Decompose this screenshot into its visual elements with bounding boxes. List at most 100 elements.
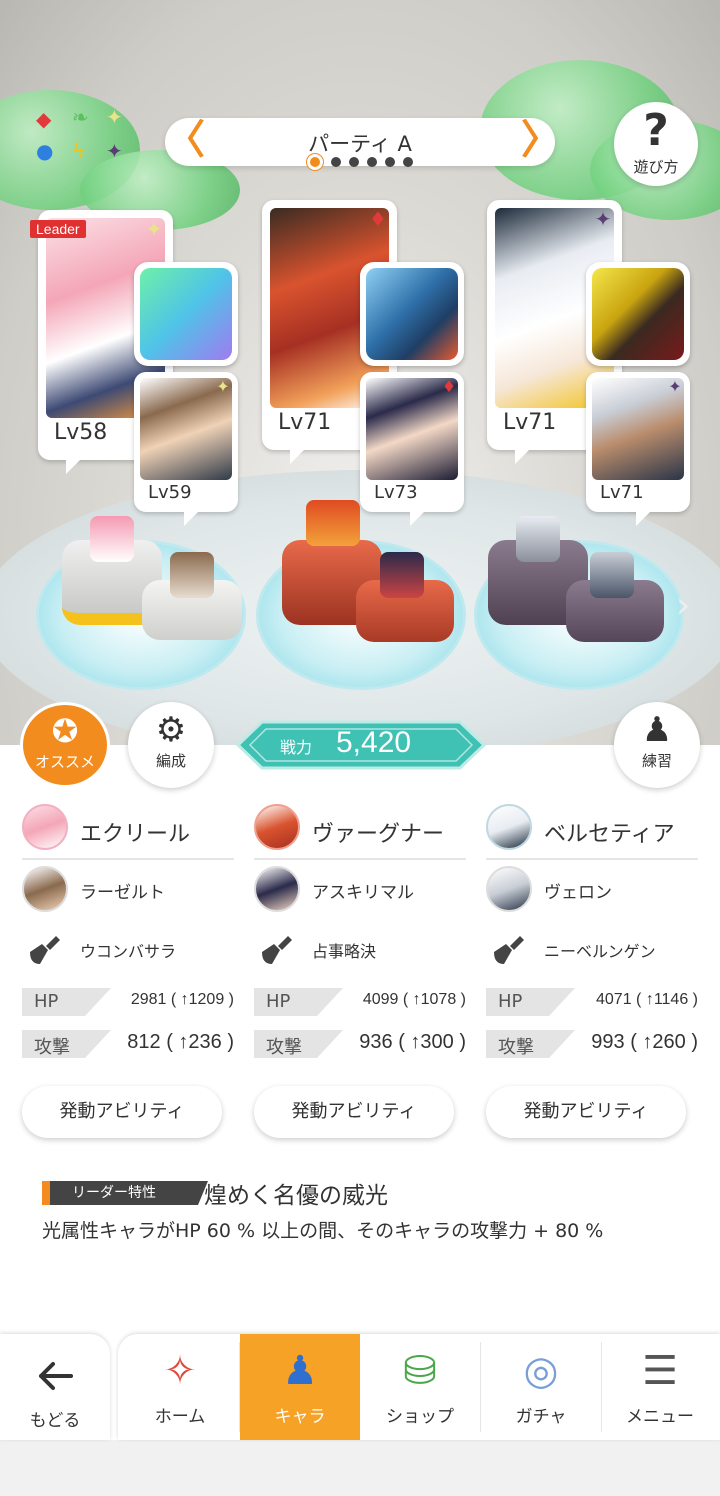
- nav-home[interactable]: ✧ ホーム: [120, 1334, 240, 1440]
- main-character-name: エクリール: [80, 822, 191, 847]
- character-level: Lv71: [600, 482, 644, 503]
- character-sprite[interactable]: [516, 516, 560, 562]
- main-character-row[interactable]: ヴァーグナー: [254, 804, 466, 856]
- character-icon: ♟: [282, 1348, 318, 1394]
- leader-skill-tag: リーダー特性: [42, 1181, 208, 1205]
- back-arrow-icon: [39, 1362, 73, 1390]
- weapon-slot-3[interactable]: [586, 262, 690, 366]
- attack-value: 812 ( ↑236 ): [127, 1031, 234, 1053]
- practice-label: 練習: [641, 752, 672, 770]
- ability-button[interactable]: 発動アビリティ: [22, 1086, 222, 1138]
- leader-skill-description: 光属性キャラがHP 60 % 以上の間、そのキャラの攻撃力 + 80 %: [42, 1220, 604, 1242]
- nav-shop-label: ショップ: [386, 1407, 454, 1427]
- weapon-row[interactable]: 占事略決: [254, 926, 466, 978]
- weapon-name: ウコンバサラ: [80, 942, 177, 961]
- weapon-row[interactable]: ニーベルンゲン: [486, 926, 698, 978]
- character-sprite[interactable]: [306, 500, 360, 546]
- hp-value: 4071 ( ↑1146 ): [596, 991, 698, 1008]
- main-character-row[interactable]: ベルセティア: [486, 804, 698, 856]
- tome-weapon-icon: [592, 268, 684, 360]
- power-label: 戦力: [280, 738, 313, 757]
- hp-label: HP: [498, 991, 523, 1012]
- nav-shop[interactable]: ⛁ ショップ: [360, 1334, 480, 1440]
- light-attribute-icon: ✦: [145, 217, 163, 241]
- system-bar-area: [0, 1440, 720, 1496]
- weapon-slot-2[interactable]: [360, 262, 464, 366]
- menu-list-icon: ☰: [642, 1348, 678, 1394]
- attack-label: 攻撃: [498, 1037, 534, 1058]
- help-label: 遊び方: [633, 158, 679, 176]
- back-button[interactable]: もどる: [0, 1334, 110, 1440]
- hp-label: HP: [34, 991, 59, 1012]
- recommend-button[interactable]: ✪ オススメ: [20, 702, 110, 788]
- party-scene: ◆ ❧ ✦ ● ϟ ✦ 〈 パーティ A 〉 ? 遊び方 ✦ Lv58 Lead…: [0, 0, 720, 745]
- avatar: [486, 866, 532, 912]
- page-dot[interactable]: [367, 157, 377, 167]
- bottom-navigation: もどる ✧ ホーム ♟ キャラ ⛁ ショップ ◎ ガチャ ☰ メニュー: [0, 1334, 720, 1440]
- character-level: Lv59: [148, 482, 192, 503]
- formation-label: 編成: [155, 752, 186, 770]
- attribute-chart-icon[interactable]: ◆ ❧ ✦ ● ϟ ✦: [30, 105, 130, 167]
- question-icon: ?: [643, 105, 669, 156]
- page-dot-active[interactable]: [307, 154, 323, 170]
- fire-attribute-icon: ♦: [441, 377, 457, 396]
- nav-chara[interactable]: ♟ キャラ: [240, 1334, 360, 1440]
- main-character-name: ヴァーグナー: [312, 822, 445, 847]
- sub-character-row[interactable]: ヴェロン: [486, 866, 698, 918]
- team-power-display: 戦力 5,420: [236, 720, 486, 770]
- ability-button[interactable]: 発動アビリティ: [254, 1086, 454, 1138]
- page-dot[interactable]: [403, 157, 413, 167]
- hp-value: 4099 ( ↑1078 ): [362, 991, 466, 1008]
- sub-character-name: ヴェロン: [544, 883, 612, 903]
- sub-character-card-3[interactable]: ✦ Lv71: [586, 372, 690, 526]
- help-button[interactable]: ? 遊び方: [614, 102, 698, 186]
- main-character-name: ベルセティア: [544, 822, 675, 847]
- formation-button[interactable]: ⚙ 編成: [128, 702, 214, 788]
- main-character-row[interactable]: エクリール: [22, 804, 234, 856]
- nav-menu-label: メニュー: [626, 1407, 694, 1427]
- attack-stat: 攻撃 936 ( ↑300 ): [254, 1030, 466, 1060]
- sub-character-row[interactable]: ラーゼルト: [22, 866, 234, 918]
- divider: [486, 858, 698, 860]
- light-attribute-icon: ✦: [216, 377, 230, 396]
- weapon-slot-1[interactable]: [134, 262, 238, 366]
- nav-gacha[interactable]: ◎ ガチャ: [481, 1334, 601, 1440]
- attack-value: 936 ( ↑300 ): [359, 1031, 466, 1053]
- nav-chara-label: キャラ: [274, 1407, 326, 1427]
- attack-value: 993 ( ↑260 ): [591, 1031, 698, 1053]
- scroll-right-icon[interactable]: ›: [676, 585, 690, 626]
- character-level: Lv71: [503, 410, 557, 435]
- avatar: [254, 804, 300, 850]
- character-level: Lv73: [374, 482, 418, 503]
- weapon-icon: [262, 936, 292, 964]
- sub-character-name: ラーゼルト: [80, 883, 165, 903]
- practice-button[interactable]: ♟ 練習: [614, 702, 700, 788]
- leader-skill-section: リーダー特性 煌めく名優の威光 光属性キャラがHP 60 % 以上の間、そのキャ…: [42, 1176, 692, 1246]
- sub-character-row[interactable]: アスキリマル: [254, 866, 466, 918]
- power-value: 5,420: [336, 726, 412, 759]
- dark-attribute-icon: ✦: [668, 377, 682, 396]
- sub-character-card-2[interactable]: ♦ Lv73: [360, 372, 464, 526]
- avatar: [254, 866, 300, 912]
- ability-button[interactable]: 発動アビリティ: [486, 1086, 686, 1138]
- page-dot[interactable]: [331, 157, 341, 167]
- avatar: [486, 804, 532, 850]
- attack-label: 攻撃: [266, 1037, 302, 1058]
- character-sprite[interactable]: [590, 552, 634, 598]
- character-sprite[interactable]: [90, 516, 134, 562]
- divider: [254, 858, 466, 860]
- avatar: [22, 866, 68, 912]
- weapon-row[interactable]: ウコンバサラ: [22, 926, 234, 978]
- character-sprite[interactable]: [380, 552, 424, 598]
- page-dot[interactable]: [385, 157, 395, 167]
- attack-stat: 攻撃 993 ( ↑260 ): [486, 1030, 698, 1060]
- nav-menu[interactable]: ☰ メニュー: [600, 1334, 720, 1440]
- sub-character-card-1[interactable]: ✦ Lv59: [134, 372, 238, 526]
- character-sprite[interactable]: [170, 552, 214, 598]
- next-party-button[interactable]: 〉: [521, 118, 561, 166]
- nav-home-label: ホーム: [154, 1407, 206, 1427]
- page-dot[interactable]: [349, 157, 359, 167]
- nav-gacha-label: ガチャ: [515, 1407, 567, 1427]
- weapon-icon: [494, 936, 524, 964]
- home-icon: ✧: [163, 1348, 197, 1394]
